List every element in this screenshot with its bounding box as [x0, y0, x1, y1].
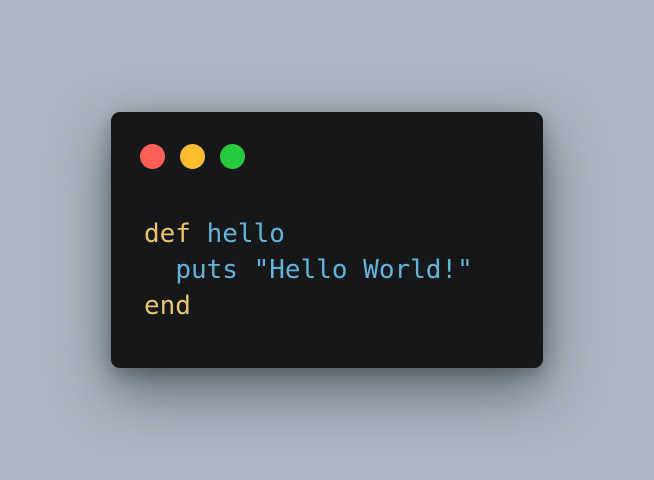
- code-line-2: puts "Hello World!": [144, 252, 473, 288]
- minimize-button[interactable]: [180, 144, 205, 169]
- close-button[interactable]: [140, 144, 165, 169]
- code-block: def hello puts "Hello World!" end: [144, 216, 473, 324]
- code-line-1: def hello: [144, 216, 473, 252]
- keyword-def: def: [144, 219, 191, 249]
- code-line-3: end: [144, 288, 473, 324]
- code-window: def hello puts "Hello World!" end: [111, 112, 543, 368]
- page-background: { "window": { "controls": [ {"name": "cl…: [0, 0, 654, 480]
- maximize-button[interactable]: [220, 144, 245, 169]
- window-controls: [140, 144, 245, 169]
- puts-call: puts: [175, 255, 238, 285]
- keyword-end: end: [144, 291, 191, 321]
- method-name: hello: [206, 219, 285, 249]
- string-literal: "Hello World!": [253, 255, 473, 285]
